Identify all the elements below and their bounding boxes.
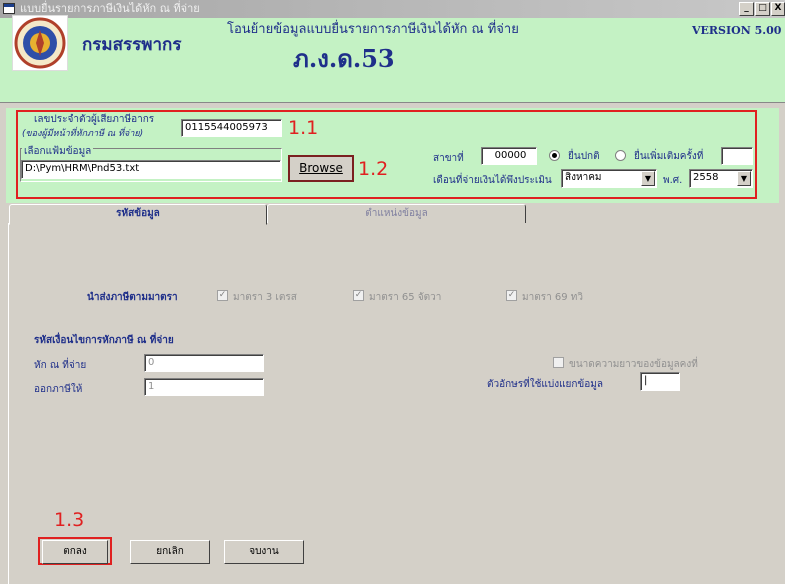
section-remit-title: นำส่งภาษีตามมาตรา: [87, 292, 178, 303]
separator-label: ตัวอักษรที่ใช้แบ่งแยกข้อมูล: [487, 379, 603, 390]
additional-filing-radio[interactable]: [615, 150, 626, 161]
issue-label: ออกภาษีให้: [34, 384, 83, 395]
minimize-button[interactable]: _: [739, 2, 754, 16]
tab-data-codes[interactable]: รหัสข้อมูล: [9, 204, 267, 225]
checkbox-section-69-label: มาตรา 69 ทวิ: [522, 292, 583, 303]
taxid-input[interactable]: 0115544005973: [181, 119, 282, 137]
cancel-button[interactable]: ยกเลิก: [130, 540, 210, 564]
window-title: แบบยื่นรายการภาษีเงินได้หัก ณ ที่จ่าย: [20, 2, 200, 15]
month-dropdown-arrow-icon[interactable]: ▼: [641, 171, 655, 186]
annotation-1-3: 1.3: [54, 509, 85, 531]
ok-button[interactable]: ตกลง: [42, 540, 108, 564]
tab-data-positions[interactable]: ตำแหน่งข้อมูล: [267, 204, 526, 224]
version-label: VERSION 5.00: [692, 24, 782, 37]
file-group-label: เลือกแฟ้มข้อมูล: [22, 144, 94, 159]
title-bar: แบบยื่นรายการภาษีเงินได้หัก ณ ที่จ่าย: [0, 0, 785, 18]
browse-button[interactable]: Browse: [288, 155, 354, 182]
checkbox-section-3-tres[interactable]: ✓: [217, 290, 228, 301]
year-value: 2558: [693, 172, 719, 183]
taxid-label: เลขประจำตัวผู้เสียภาษีอากร: [34, 114, 155, 125]
taxid-note: (ของผู้มีหน้าที่หักภาษี ณ ที่จ่าย): [22, 129, 144, 139]
form-code: ภ.ง.ด.53: [293, 44, 395, 73]
app-icon: [3, 3, 15, 14]
withhold-input[interactable]: 0: [144, 354, 264, 372]
fixed-length-checkbox[interactable]: [553, 357, 564, 368]
tab-content: [8, 223, 781, 584]
branch-label: สาขาที่: [433, 153, 464, 164]
branch-input[interactable]: 00000: [481, 147, 537, 165]
section-conditions-title: รหัสเงื่อนไขการหักภาษี ณ ที่จ่าย: [34, 335, 174, 346]
exit-button[interactable]: จบงาน: [224, 540, 304, 564]
normal-filing-label: ยื่นปกติ: [568, 151, 600, 162]
separator-input[interactable]: |: [640, 372, 680, 391]
normal-filing-radio[interactable]: [549, 150, 560, 161]
annotation-1-1: 1.1: [288, 117, 319, 139]
annotation-1-2: 1.2: [358, 158, 389, 180]
additional-count-input[interactable]: [721, 147, 753, 165]
month-label: เดือนที่จ่ายเงินได้พึงประเมิน: [433, 175, 552, 186]
year-label: พ.ศ.: [663, 175, 683, 186]
withhold-label: หัก ณ ที่จ่าย: [34, 360, 87, 371]
issue-input[interactable]: 1: [144, 378, 264, 396]
additional-filing-label: ยื่นเพิ่มเติมครั้งที่: [634, 151, 704, 162]
checkbox-section-65-label: มาตรา 65 จัตวา: [369, 292, 442, 303]
fixed-length-label: ขนาดความยาวของข้อมูลคงที่: [569, 359, 698, 370]
checkbox-section-65[interactable]: ✓: [353, 290, 364, 301]
checkbox-section-69[interactable]: ✓: [506, 290, 517, 301]
header-subtitle: โอนย้ายข้อมูลแบบยื่นรายการภาษีเงินได้หัก…: [227, 22, 519, 37]
revenue-department-logo: [12, 15, 68, 71]
maximize-button[interactable]: □: [755, 2, 770, 16]
department-name: กรมสรรพากร: [82, 35, 182, 55]
month-value: สิงหาคม: [565, 172, 602, 183]
checkbox-section-3-tres-label: มาตรา 3 เตรส: [233, 292, 297, 303]
file-path-input[interactable]: D:\Pym\HRM\Pnd53.txt: [21, 160, 281, 179]
close-button[interactable]: X: [771, 2, 785, 16]
year-dropdown-arrow-icon[interactable]: ▼: [737, 171, 751, 186]
